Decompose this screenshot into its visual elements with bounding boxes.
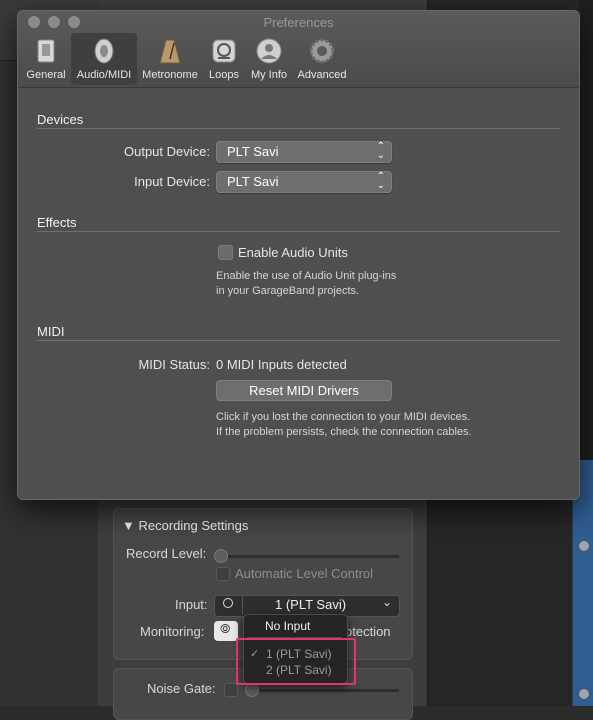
metronome-icon <box>159 39 181 64</box>
enable-audio-units-label: Enable Audio Units <box>238 245 348 260</box>
tab-general[interactable]: General <box>24 33 68 85</box>
tab-advanced[interactable]: Advanced <box>294 33 350 85</box>
enable-audio-units-checkbox[interactable] <box>218 245 233 260</box>
window-title: Preferences <box>263 15 334 30</box>
menu-item-no-input[interactable]: No Input <box>265 619 310 633</box>
record-level-knob[interactable] <box>214 549 228 563</box>
user-icon <box>256 38 282 64</box>
midi-status-value: 0 MIDI Inputs detected <box>216 357 347 372</box>
noise-gate-checkbox[interactable] <box>224 683 238 697</box>
recording-settings-disclosure[interactable]: ▼ Recording Settings <box>122 518 248 533</box>
monitoring-icon: ⦾ <box>220 621 231 636</box>
speaker-icon <box>94 38 114 64</box>
tab-loops-label: Loops <box>209 69 239 81</box>
output-device-label: Output Device: <box>124 144 210 159</box>
record-level-slider[interactable] <box>218 555 399 558</box>
effects-help-line-1: Enable the use of Audio Unit plug-ins <box>216 270 397 282</box>
output-device-value: PLT Savi <box>227 144 279 159</box>
input-device-label: Input Device: <box>134 174 210 189</box>
tab-my-info-label: My Info <box>250 69 288 81</box>
panel-screw-icon <box>578 688 590 700</box>
tab-metronome[interactable]: Metronome <box>139 33 201 85</box>
recording-settings-heading: Recording Settings <box>138 518 249 533</box>
input-select-value: 1 (PLT Savi) <box>275 597 347 612</box>
midi-heading: MIDI <box>37 324 65 339</box>
devices-heading: Devices <box>37 112 84 127</box>
disclosure-triangle-icon: ▼ <box>122 518 135 533</box>
loops-icon <box>212 39 236 63</box>
feedback-protection-label: otection <box>345 624 391 639</box>
tab-metronome-label: Metronome <box>142 69 198 81</box>
input-label: Input: <box>175 597 208 612</box>
tab-audio-midi-label: Audio/MIDI <box>76 69 132 81</box>
midi-help-line-1: Click if you lost the connection to your… <box>216 411 471 423</box>
noise-gate-knob[interactable] <box>245 683 259 697</box>
devices-divider <box>37 128 560 129</box>
chevron-down-icon: ⌄ <box>382 595 393 609</box>
output-device-select[interactable]: PLT Savi ⌃ ⌄ <box>216 141 392 163</box>
auto-level-checkbox[interactable] <box>216 567 230 581</box>
preferences-window: Preferences General Audio/MIDI Metronome <box>17 10 580 500</box>
tab-advanced-label: Advanced <box>297 69 347 81</box>
tab-audio-midi[interactable]: Audio/MIDI <box>71 33 137 85</box>
input-device-select[interactable]: PLT Savi ⌃ ⌄ <box>216 171 392 193</box>
tab-my-info[interactable]: My Info <box>247 33 291 85</box>
mono-input-icon <box>223 598 233 608</box>
noise-gate-label: Noise Gate: <box>147 681 216 696</box>
window-titlebar: Preferences General Audio/MIDI Metronome <box>18 11 579 88</box>
updown-arrows-icon: ⌃ ⌄ <box>376 141 385 161</box>
gear-icon <box>309 38 335 64</box>
input-device-value: PLT Savi <box>227 174 279 189</box>
effects-heading: Effects <box>37 215 77 230</box>
midi-help-line-2: If the problem persists, check the conne… <box>216 426 472 438</box>
reset-midi-drivers-button[interactable]: Reset MIDI Drivers <box>216 380 392 401</box>
tab-general-label: General <box>26 69 66 81</box>
noise-gate-slider[interactable] <box>250 689 399 692</box>
audio-midi-pane: Devices Output Device: PLT Savi ⌃ ⌄ Input… <box>18 88 579 499</box>
auto-level-label: Automatic Level Control <box>235 566 374 581</box>
midi-divider <box>37 340 560 341</box>
annotation-highlight-box <box>236 638 356 685</box>
record-level-label: Record Level: <box>126 546 207 561</box>
midi-status-label: MIDI Status: <box>138 357 210 372</box>
updown-arrows-icon: ⌃ ⌄ <box>376 171 385 191</box>
tab-loops[interactable]: Loops <box>204 33 244 85</box>
panel-screw-icon <box>578 540 590 552</box>
effects-divider <box>37 231 560 232</box>
monitoring-label: Monitoring: <box>140 624 205 639</box>
effects-help-line-2: in your GarageBand projects. <box>216 285 360 297</box>
general-icon <box>37 39 55 63</box>
